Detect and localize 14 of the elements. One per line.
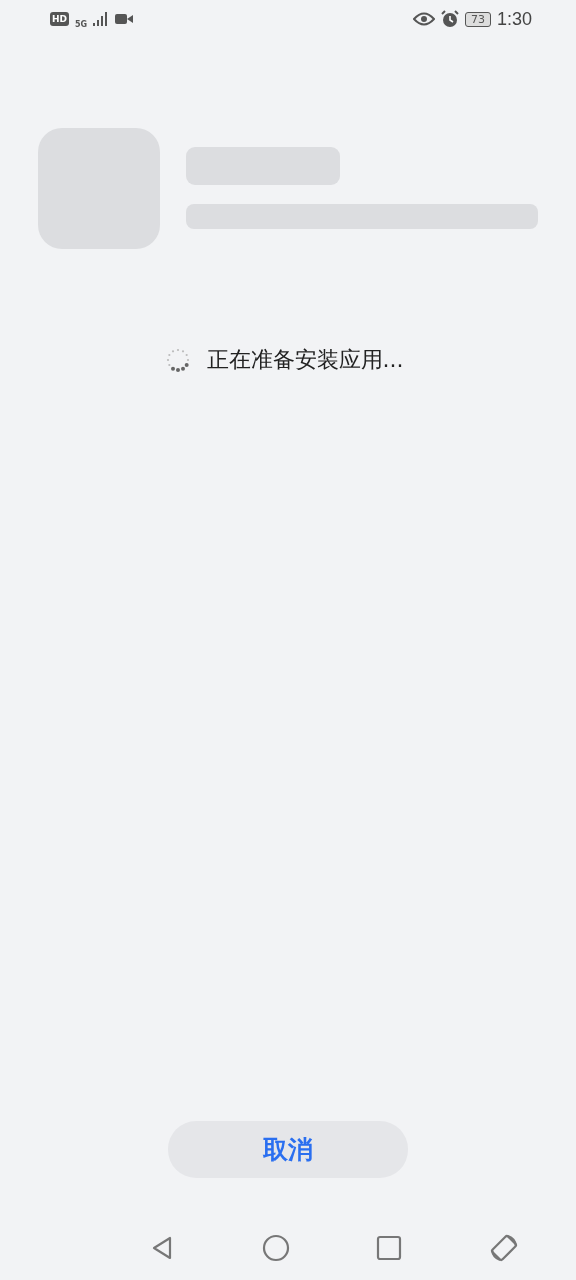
loading-spinner-icon: [164, 347, 191, 373]
battery-indicator: 73: [464, 11, 491, 27]
rotate-screen-icon[interactable]: [488, 1232, 520, 1264]
home-icon[interactable]: [262, 1234, 290, 1262]
clock-time: 1:30: [496, 8, 532, 30]
network-type: 5G: [75, 19, 88, 29]
cancel-button[interactable]: 取消: [168, 1121, 408, 1178]
video-camera-icon: [115, 13, 134, 25]
hd-badge: HD: [50, 12, 69, 26]
status-message: 正在准备安装应用...: [206, 346, 404, 374]
signal-icon: [93, 12, 110, 26]
recent-apps-icon[interactable]: [376, 1235, 402, 1261]
alarm-clock-icon: [440, 10, 459, 28]
eye-icon: [412, 12, 435, 26]
